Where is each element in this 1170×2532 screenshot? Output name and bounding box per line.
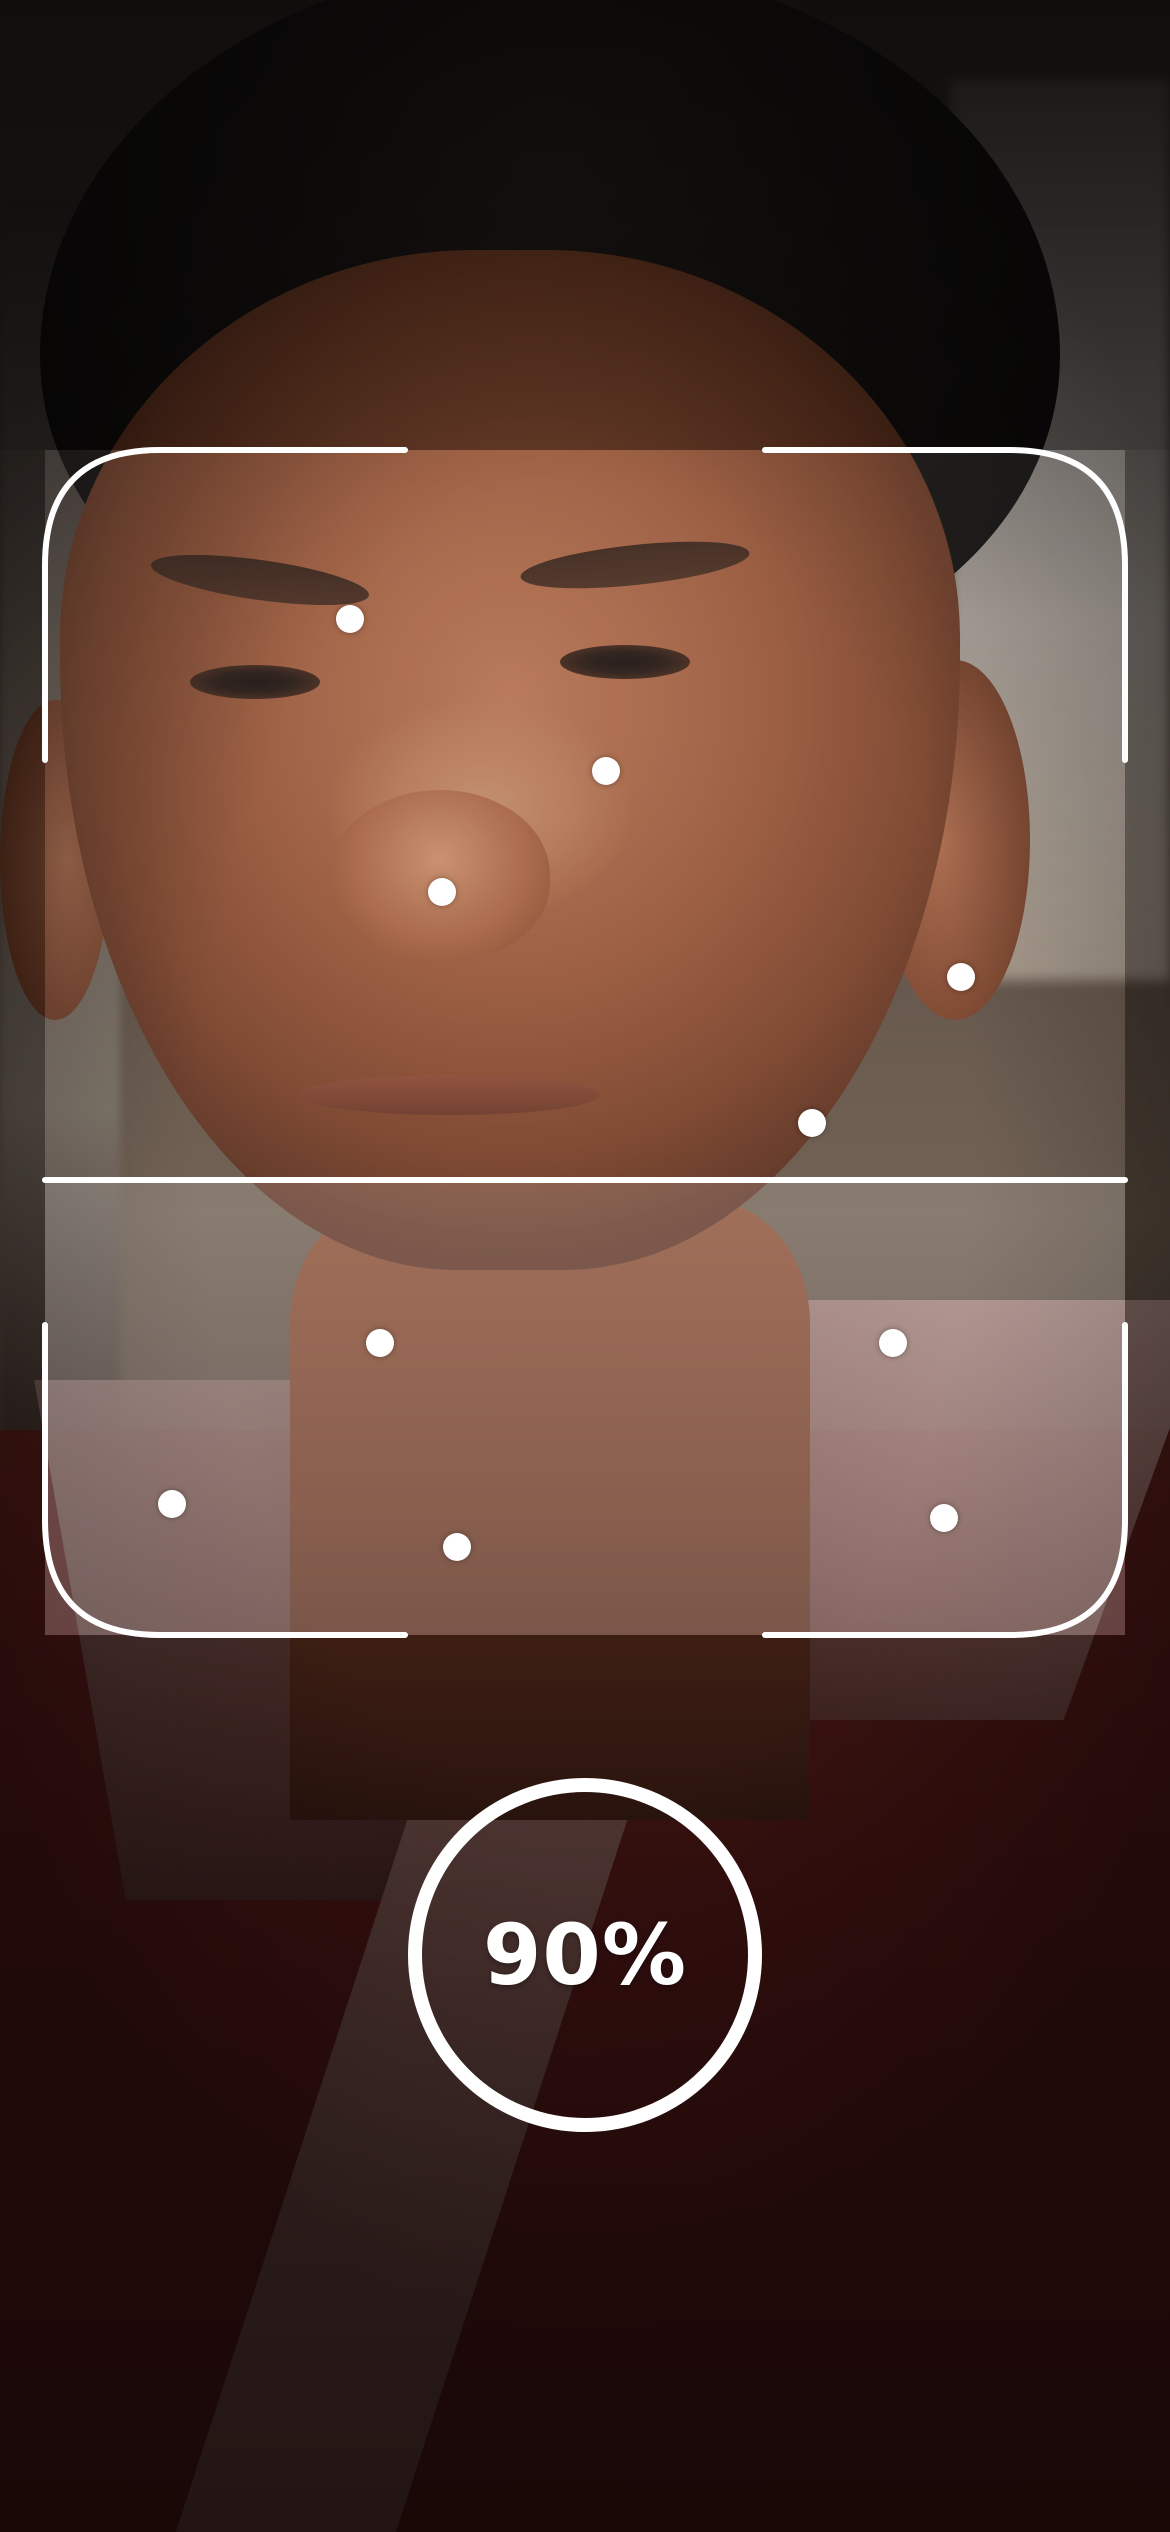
scan-frame-corner-top-right <box>762 447 1128 763</box>
landmark-dot <box>798 1109 826 1137</box>
landmark-dot <box>428 878 456 906</box>
landmark-dot <box>158 1490 186 1518</box>
progress-percentage: 90% <box>482 1906 688 2004</box>
landmark-dot <box>336 605 364 633</box>
landmark-dot <box>366 1329 394 1357</box>
scan-frame-corner-bottom-left <box>42 1322 408 1638</box>
landmark-dot <box>930 1504 958 1532</box>
landmark-dot <box>592 757 620 785</box>
scan-frame <box>42 447 1128 1638</box>
landmark-dot <box>879 1329 907 1357</box>
scan-frame-corner-bottom-right <box>762 1322 1128 1638</box>
face-scan-screen: 90% <box>0 0 1170 2532</box>
landmark-dot <box>947 963 975 991</box>
landmark-dot <box>443 1533 471 1561</box>
